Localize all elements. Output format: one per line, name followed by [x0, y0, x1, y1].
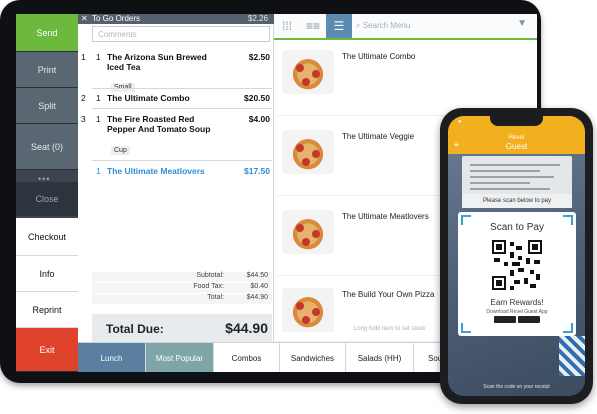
category-tab-salads[interactable]: Salads (HH) [346, 343, 414, 372]
search-menu-input[interactable]: ⌕ Search Menu [356, 19, 506, 33]
earn-rewards-text: Earn Rewards! [490, 298, 544, 307]
total-label: Total: [207, 294, 224, 301]
line-price: $17.50 [244, 166, 270, 176]
info-button[interactable]: Info [16, 256, 78, 292]
divider [92, 160, 272, 161]
scan-instruction: Scan the code on your receipt [483, 384, 550, 390]
phone-device: ● ≡ Revel Guest Please scan below to pay… [440, 108, 593, 404]
list-view-icon[interactable]: ☰ [326, 14, 352, 38]
scan-to-pay-card: Scan to Pay Earn Rewards! Download Revel… [458, 212, 576, 336]
search-placeholder: Search Menu [362, 21, 411, 30]
line-seq: 3 [81, 114, 86, 124]
total-row: Total: $44.90 [92, 294, 272, 304]
line-modifier: Cup [111, 146, 130, 155]
order-header: ✕ To Go Orders $2.26 [78, 14, 274, 24]
app-title: Guest [505, 142, 528, 151]
total-due-label: Total Due: [106, 322, 164, 336]
action-column: Send Print Split Seat (0) ••• Close Chec… [16, 14, 78, 372]
close-order-icon[interactable]: ✕ [81, 14, 88, 24]
menu-item[interactable]: The Ultimate Combo [276, 44, 536, 116]
divider [92, 88, 272, 89]
menu-toolbar: ⁞⁞⁞ ≡≡ ☰ ⌕ Search Menu ▼ [274, 14, 537, 40]
phone-notch [490, 116, 543, 126]
line-qty: 1 [96, 114, 101, 124]
line-qty: 1 [96, 166, 101, 176]
line-name: The Arizona Sun Brewed Iced Tea [107, 52, 207, 72]
line-qty: 1 [96, 93, 101, 103]
filter-icon[interactable]: ▼ [517, 18, 527, 29]
order-header-amount: $2.26 [247, 14, 268, 23]
receipt-pay-text: Please scan below to pay [462, 194, 572, 208]
total-due-value: $44.90 [225, 320, 268, 336]
category-tab-combos[interactable]: Combos [214, 343, 280, 372]
subtotal-label: Subtotal: [196, 272, 224, 279]
scan-to-pay-title: Scan to Pay [490, 222, 544, 233]
divider [92, 108, 272, 109]
menu-item-name: The Ultimate Veggie [342, 132, 415, 141]
pizza-thumbnail [282, 130, 334, 174]
menu-item-name: The Build Your Own Pizza [342, 290, 435, 299]
app-store-badges[interactable] [494, 316, 540, 323]
comments-field[interactable]: Comments [92, 26, 270, 42]
pizza-thumbnail [282, 210, 334, 254]
total-due-bar: Total Due: $44.90 [92, 314, 272, 342]
pizza-thumbnail [282, 50, 334, 94]
line-seq: 1 [81, 52, 86, 62]
line-price: $20.50 [244, 93, 270, 103]
order-line-selected[interactable]: 1 The Ultimate Meatlovers $17.50 [78, 166, 274, 192]
line-price: $2.50 [248, 52, 270, 62]
food-tax-label: Food Tax: [193, 283, 224, 290]
receipt-image: Please scan below to pay [462, 156, 572, 208]
download-app-text: Download Revel Guest App [486, 309, 548, 315]
menu-item-name: The Ultimate Meatlovers [342, 212, 429, 221]
close-button[interactable]: Close [16, 182, 78, 216]
grid-view-icon[interactable]: ⁞⁞⁞ [274, 14, 300, 38]
line-name: The Ultimate Meatlovers [107, 166, 205, 176]
print-button[interactable]: Print [16, 52, 78, 88]
pizza-thumbnail [282, 288, 334, 332]
seat-button[interactable]: Seat (0) [16, 124, 78, 170]
category-tab-sandwiches[interactable]: Sandwiches [280, 343, 346, 372]
reprint-button[interactable]: Reprint [16, 292, 78, 328]
app-brand: Revel [508, 135, 525, 141]
exit-button[interactable]: Exit [16, 328, 78, 372]
stock-hint: Long hold item to set stock [354, 326, 426, 332]
food-tax-row: Food Tax: $0.40 [92, 283, 272, 293]
order-line[interactable]: 3 1 The Fire Roasted Red Pepper And Toma… [78, 114, 274, 160]
marketing-composite: Send Print Split Seat (0) ••• Close Chec… [0, 0, 597, 414]
compact-list-view-icon[interactable]: ≡≡ [300, 14, 326, 38]
menu-item-name: The Ultimate Combo [342, 52, 416, 61]
order-panel: ✕ To Go Orders $2.26 Comments 1 1 The Ar… [78, 14, 274, 372]
qr-code-icon[interactable] [492, 240, 542, 290]
food-tax-value: $0.40 [250, 283, 268, 290]
send-button[interactable]: Send [16, 14, 78, 52]
line-name: The Ultimate Combo [107, 93, 190, 103]
line-seq: 2 [81, 93, 86, 103]
line-price: $4.00 [248, 114, 270, 124]
subtotal-row: Subtotal: $44.50 [92, 272, 272, 282]
order-title: To Go Orders [92, 14, 141, 23]
status-bar: ● [458, 119, 462, 125]
category-tab-lunch[interactable]: Lunch [78, 343, 146, 372]
line-name: The Fire Roasted Red Pepper And Tomato S… [107, 114, 211, 134]
phone-screen: ● ≡ Revel Guest Please scan below to pay… [448, 116, 585, 396]
search-icon: ⌕ [356, 21, 363, 30]
total-value: $44.90 [246, 294, 268, 301]
category-tab-most-popular[interactable]: Most Popular [146, 343, 214, 372]
tablecloth-image [559, 336, 585, 376]
split-button[interactable]: Split [16, 88, 78, 124]
subtotal-value: $44.50 [246, 272, 268, 279]
checkout-button[interactable]: Checkout [16, 218, 78, 256]
line-qty: 1 [96, 52, 101, 62]
